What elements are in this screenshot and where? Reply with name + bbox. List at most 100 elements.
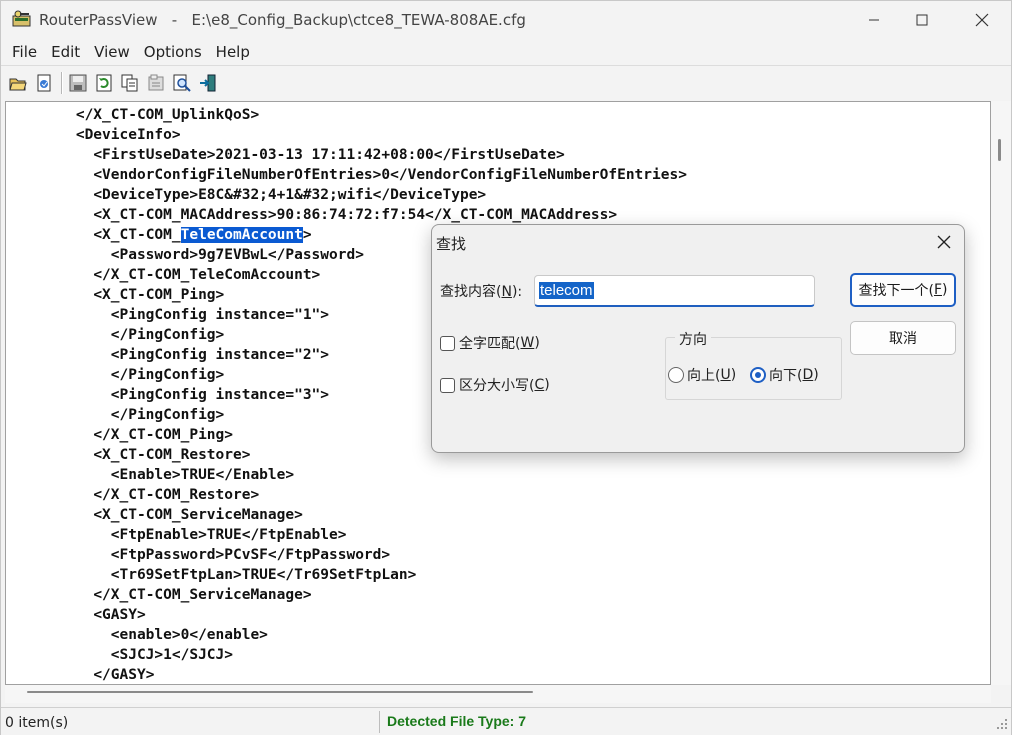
main-window: RouterPassView - E:\e8_Config_Backup\ctc…: [0, 0, 1012, 735]
exit-button[interactable]: [197, 72, 219, 94]
properties-button[interactable]: [145, 72, 167, 94]
vertical-scrollbar[interactable]: [991, 101, 1011, 685]
cancel-button[interactable]: 取消: [850, 321, 956, 355]
code-text: <X_CT-COM_: [93, 227, 181, 243]
radio-circle[interactable]: [668, 367, 684, 383]
open-file-button[interactable]: [33, 72, 55, 94]
code-text: <GASY>: [93, 607, 146, 623]
menu-bar: File Edit View Options Help: [1, 39, 1011, 65]
direction-label: 方向: [675, 329, 711, 349]
code-text: <X_CT-COM_MACAddress>90:86:74:72:f7:54</…: [93, 207, 618, 223]
code-line: <SJCJ>1</SJCJ>: [6, 645, 687, 665]
code-line: <DeviceType>E8C&#32;4+1&#32;wifi</Device…: [6, 185, 687, 205]
maximize-icon: [916, 14, 928, 26]
code-text: </X_CT-COM_ServiceManage>: [93, 587, 312, 603]
code-text: <Enable>TRUE</Enable>: [110, 467, 295, 483]
find-next-button[interactable]: 查找下一个(F): [850, 273, 956, 307]
save-button[interactable]: [67, 72, 89, 94]
find-button[interactable]: [171, 72, 193, 94]
code-text: <Password>9g7EVBwL</Password>: [110, 247, 364, 263]
minimize-button[interactable]: [851, 1, 897, 39]
match-case-checkbox[interactable]: 区分大小写(C): [440, 375, 550, 395]
code-line: <GASY>: [6, 605, 687, 625]
menu-file[interactable]: File: [5, 43, 44, 61]
code-line: <Tr69SetFtpLan>TRUE</Tr69SetFtpLan>: [6, 565, 687, 585]
code-text: </X_CT-COM_TeleComAccount>: [93, 267, 321, 283]
find-dialog-close-button[interactable]: [926, 227, 962, 257]
horizontal-scroll-thumb[interactable]: [27, 691, 533, 693]
menu-view[interactable]: View: [87, 43, 137, 61]
save-icon: [69, 74, 87, 91]
direction-up-radio[interactable]: 向上(U): [668, 365, 736, 385]
code-text: </X_CT-COM_Restore>: [93, 487, 260, 503]
find-dialog-title: 查找: [436, 235, 467, 253]
refresh-icon: [96, 74, 112, 91]
close-button[interactable]: [959, 1, 1005, 39]
code-text: </X_CT-COM_Ping>: [93, 427, 233, 443]
code-line: <FirstUseDate>2021-03-13 17:11:42+08:00<…: [6, 145, 687, 165]
checkbox-box[interactable]: [440, 335, 455, 351]
code-text: <X_CT-COM_Ping>: [93, 287, 225, 303]
open-folder-button[interactable]: [7, 72, 29, 94]
code-text: <PingConfig instance="2">: [110, 347, 330, 363]
code-line: </X_CT-COM_UplinkQoS>: [6, 105, 687, 125]
code-text: <Tr69SetFtpLan>TRUE</Tr69SetFtpLan>: [110, 567, 417, 583]
resize-grip-icon[interactable]: [993, 715, 1009, 731]
code-text: <SJCJ>1</SJCJ>: [110, 647, 233, 663]
find-dialog: 查找 查找内容(N): telecom 查找下一个(F) 取消 全字匹配(W) …: [431, 224, 965, 453]
code-text: <enable>0</enable>: [110, 627, 268, 643]
code-line: <FtpEnable>TRUE</FtpEnable>: [6, 525, 687, 545]
status-divider: [379, 711, 380, 733]
close-icon: [937, 235, 951, 249]
title-bar: RouterPassView - E:\e8_Config_Backup\ctc…: [1, 1, 1011, 39]
code-line: <FtpPassword>PCvSF</FtpPassword>: [6, 545, 687, 565]
radio-circle-selected[interactable]: [750, 367, 766, 383]
refresh-button[interactable]: [93, 72, 115, 94]
code-text: </PingConfig>: [110, 367, 225, 383]
code-line: <enable>0</enable>: [6, 625, 687, 645]
copy-button[interactable]: [119, 72, 141, 94]
search-match-highlight: TeleComAccount: [180, 227, 303, 243]
vertical-scroll-thumb[interactable]: [998, 139, 1001, 161]
copy-icon: [121, 74, 138, 91]
code-text: </X_CT-COM_UplinkQoS>: [75, 107, 260, 123]
code-line: <DeviceInfo>: [6, 125, 687, 145]
checkbox-box[interactable]: [440, 377, 455, 393]
exit-icon: [200, 74, 216, 91]
find-what-input[interactable]: telecom: [534, 275, 815, 307]
toolbar-separator: [61, 71, 63, 94]
code-text: <X_CT-COM_Restore>: [93, 447, 251, 463]
find-what-label: 查找内容(N):: [440, 284, 523, 300]
code-line: </GASY>: [6, 665, 687, 684]
menu-help[interactable]: Help: [209, 43, 257, 61]
code-text: </PingConfig>: [110, 327, 225, 343]
toolbar: [1, 65, 1011, 99]
status-detected-type: Detected File Type: 7: [387, 713, 527, 729]
code-line: <Enable>TRUE</Enable>: [6, 465, 687, 485]
code-text: >: [302, 227, 312, 243]
maximize-button[interactable]: [899, 1, 945, 39]
status-bar: 0 item(s) Detected File Type: 7: [1, 707, 1011, 735]
code-text: </GASY>: [93, 667, 155, 683]
menu-options[interactable]: Options: [137, 43, 209, 61]
match-whole-word-checkbox[interactable]: 全字匹配(W): [440, 333, 540, 353]
status-item-count: 0 item(s): [5, 715, 69, 731]
direction-down-radio[interactable]: 向下(D): [750, 365, 819, 385]
horizontal-scrollbar[interactable]: [5, 685, 991, 703]
find-icon: [173, 74, 191, 92]
code-line: </X_CT-COM_ServiceManage>: [6, 585, 687, 605]
code-line: <VendorConfigFileNumberOfEntries>0</Vend…: [6, 165, 687, 185]
app-key-icon: [12, 10, 32, 28]
code-text: <DeviceType>E8C&#32;4+1&#32;wifi</Device…: [93, 187, 487, 203]
code-text: <VendorConfigFileNumberOfEntries>0</Vend…: [93, 167, 687, 183]
properties-icon: [148, 74, 164, 90]
find-what-value: telecom: [539, 282, 594, 299]
code-text: <FtpEnable>TRUE</FtpEnable>: [110, 527, 347, 543]
code-line: <X_CT-COM_ServiceManage>: [6, 505, 687, 525]
open-file-icon: [37, 74, 51, 91]
open-folder-icon: [9, 78, 27, 90]
code-text: <PingConfig instance="1">: [110, 307, 330, 323]
menu-edit[interactable]: Edit: [44, 43, 87, 61]
code-line: <X_CT-COM_MACAddress>90:86:74:72:f7:54</…: [6, 205, 687, 225]
code-text: <DeviceInfo>: [75, 127, 181, 143]
